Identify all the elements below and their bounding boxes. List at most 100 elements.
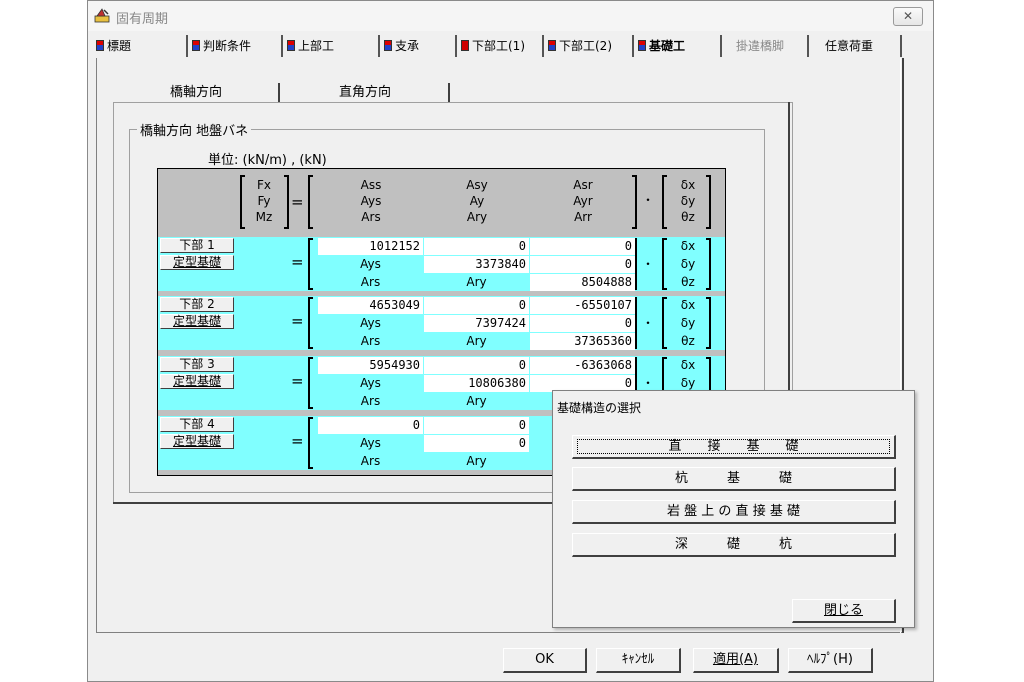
bracket-right [706, 175, 711, 229]
tab-arbitrary-load[interactable]: 任意荷重 [807, 35, 901, 57]
tab-bearing[interactable]: 支承 [378, 35, 458, 57]
foundation-type-dialog: 基礎構造の選択 直 接 基 礎 杭 基 礎 岩 盤 上 の 直 接 基 礎 深 … [552, 390, 915, 628]
matrix-value-cell[interactable]: 0 [424, 357, 529, 374]
direct-foundation-button[interactable]: 直 接 基 礎 [572, 435, 896, 459]
bracket-left [308, 357, 313, 409]
close-label: 閉じる [823, 603, 863, 618]
matrix-value-cell[interactable]: 0 [530, 315, 635, 332]
matrix-value-cell[interactable]: 0 [530, 256, 635, 273]
header-asy: Asy [466, 178, 488, 192]
option-label: 岩 盤 上 の 直 接 基 礎 [667, 504, 800, 519]
header-ays: Ays [360, 194, 382, 208]
matrix-value-cell[interactable]: 8504888 [530, 274, 635, 291]
disp-tz: θz [681, 210, 695, 224]
matrix-value-cell[interactable]: -6363068 [530, 357, 635, 374]
pile-foundation-button[interactable]: 杭 基 礎 [572, 467, 896, 491]
tab-label: 支承 [395, 39, 420, 53]
matrix-value-cell[interactable]: 0 [424, 417, 529, 434]
subtab-transverse[interactable]: 直角方向 [284, 83, 446, 103]
matrix-value-cell[interactable]: 3373840 [424, 256, 529, 273]
grid-header: Fx Fy Mz = Ass Ays Ars Asy Ay Ary Asr Ay… [158, 169, 725, 237]
matrix-value-cell[interactable]: -6550107 [530, 297, 635, 314]
disp-label: δy [680, 316, 696, 330]
sub-label-4[interactable]: 下部 4 [160, 417, 234, 432]
matrix-value-cell[interactable]: 5954930 [318, 357, 423, 374]
tab-label: 任意荷重 [825, 39, 874, 53]
matrix-value-cell[interactable]: 0 [530, 238, 635, 255]
force-vector: Fx Fy Mz [244, 177, 284, 225]
matrix-value-cell[interactable]: 4653049 [318, 297, 423, 314]
matrix-label-cell: Ars [360, 275, 381, 289]
cancel-button[interactable]: ｷｬﾝｾﾙ [596, 648, 681, 673]
bracket-right [284, 175, 289, 229]
option-label: 深 礎 杭 [674, 537, 792, 552]
tab-superstructure[interactable]: 上部工 [281, 35, 376, 57]
dialog-title: 基礎構造の選択 [557, 401, 642, 415]
help-button[interactable]: ﾍﾙﾌﾟ(H) [788, 648, 873, 673]
matrix-label-cell: Ays [360, 316, 381, 330]
force-fy: Fy [257, 194, 271, 208]
ok-button[interactable]: OK [503, 648, 587, 673]
standard-foundation-button-3[interactable]: 定型基礎 [160, 374, 234, 389]
disp-label: δy [680, 257, 696, 271]
disp-vector: δx δy θz [668, 177, 708, 225]
header-ary: Ary [466, 210, 488, 224]
header-arr: Arr [574, 210, 592, 224]
matrix-col-1: Ass Ays Ars [318, 177, 424, 225]
force-mz: Mz [255, 210, 273, 224]
standard-foundation-button-4[interactable]: 定型基礎 [160, 434, 234, 449]
blue-red-icon [192, 40, 200, 51]
matrix-value-cell[interactable]: 10806380 [424, 375, 529, 392]
disp-label: δx [680, 239, 696, 253]
matrix-value-cell[interactable]: 0 [424, 435, 529, 452]
tab-title[interactable]: 標題 [92, 35, 170, 57]
matrix-value-cell[interactable]: 0 [424, 238, 529, 255]
blue-red-icon [638, 40, 646, 51]
blue-red-icon [287, 40, 295, 51]
caisson-pile-button[interactable]: 深 礎 杭 [572, 533, 896, 557]
bracket-left [662, 297, 667, 349]
tab-label: 下部工(2) [559, 39, 612, 53]
matrix-label-cell: Ary [466, 334, 487, 348]
sub-label-3[interactable]: 下部 3 [160, 357, 234, 372]
matrix-value-cell[interactable]: 7397424 [424, 315, 529, 332]
rock-direct-foundation-button[interactable]: 岩 盤 上 の 直 接 基 礎 [572, 500, 896, 524]
header-ass: Ass [360, 178, 382, 192]
tab-judgement[interactable]: 判断条件 [186, 35, 280, 57]
header-asr: Asr [573, 178, 593, 192]
matrix-col-3: Asr Ayr Arr [530, 177, 636, 225]
equals-sign: = [291, 432, 304, 450]
tab-label: 上部工 [298, 39, 335, 53]
disp-dx: δx [680, 178, 696, 192]
subtab-longitudinal[interactable]: 橋軸方向 [116, 83, 276, 103]
sub-label-1[interactable]: 下部 1 [160, 238, 234, 253]
tab-label: 下部工(1) [472, 39, 525, 53]
close-icon[interactable]: ✕ [893, 7, 923, 26]
standard-foundation-button-2[interactable]: 定型基礎 [160, 314, 234, 329]
standard-foundation-button-1[interactable]: 定型基礎 [160, 255, 234, 270]
matrix-label-cell: Ays [360, 436, 381, 450]
subtab-divider [278, 83, 280, 103]
bracket-left [308, 417, 313, 469]
tab-strip: 標題 判断条件 上部工 支承 下部工(1) 下部工(2) 基礎工 掛違橋脚 任意… [92, 35, 912, 57]
bracket-left [662, 238, 667, 290]
tab-label: 標題 [107, 39, 132, 53]
bracket-left [308, 297, 313, 349]
tab-foundation[interactable]: 基礎工 [632, 35, 719, 57]
matrix-value-cell[interactable]: 0 [318, 417, 423, 434]
matrix-label-cell: Ays [360, 376, 381, 390]
subtab-divider [448, 83, 450, 103]
matrix-value-cell[interactable]: 37365360 [530, 333, 635, 350]
disp-label: θz [681, 275, 695, 289]
tab-divider [900, 35, 902, 57]
matrix-value-cell[interactable]: 1012152 [318, 238, 423, 255]
apply-button[interactable]: 適用(A) [693, 648, 779, 673]
blue-red-icon [384, 40, 392, 51]
matrix-value-cell[interactable]: 0 [424, 297, 529, 314]
sub-label-2[interactable]: 下部 2 [160, 297, 234, 312]
disp-label: θz [681, 334, 695, 348]
tab-suspended-pier[interactable]: 掛違橋脚 [720, 35, 806, 57]
tab-substructure-2[interactable]: 下部工(2) [542, 35, 632, 57]
dialog-close-button[interactable]: 閉じる [792, 599, 896, 623]
tab-substructure-1[interactable]: 下部工(1) [455, 35, 541, 57]
